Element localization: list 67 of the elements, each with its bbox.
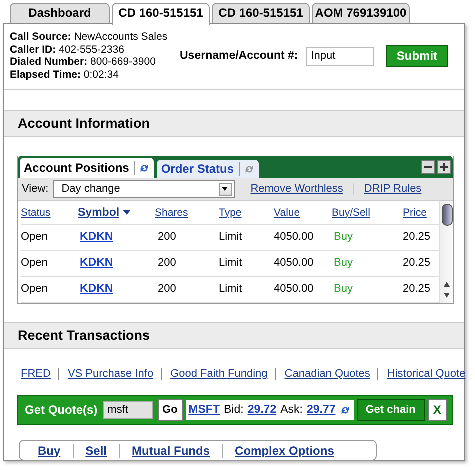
table-cell: Limit — [219, 251, 274, 277]
tab[interactable]: Dashboard — [10, 3, 110, 23]
refresh-icon[interactable] — [340, 404, 351, 416]
table-cell: 4050.00 — [274, 277, 332, 303]
go-button[interactable]: Go — [158, 399, 183, 421]
table-cell: 200 — [155, 251, 219, 277]
field-label: Username/Account #: — [180, 50, 298, 62]
view-dropdown[interactable]: Day change — [52, 180, 235, 198]
table-cell: Open — [21, 225, 78, 251]
table-cell: Open — [21, 277, 78, 303]
table-cell: Limit — [219, 225, 274, 251]
refresh-icon[interactable] — [139, 162, 150, 174]
table-cell: Buy — [332, 277, 403, 303]
link[interactable]: Remove Worthless — [250, 183, 344, 195]
bid-link[interactable]: 29.72 — [248, 404, 277, 416]
tab[interactable]: CD 160-515151 — [212, 3, 310, 23]
account-input-field[interactable]: Input — [306, 46, 374, 66]
table-cell: Limit — [219, 277, 274, 303]
section-header: Account Information — [4, 110, 464, 137]
quote-input-field[interactable]: msft — [102, 401, 153, 419]
section-header: Recent Transactions — [4, 322, 464, 349]
action-link[interactable]: Complex Options — [222, 444, 334, 458]
widget-tab[interactable]: Account Positions — [20, 158, 154, 178]
widget-tab[interactable]: Order Status — [157, 160, 260, 178]
link[interactable]: FRED — [21, 368, 51, 380]
submit-button[interactable]: Submit — [386, 45, 448, 67]
action-link[interactable]: Mutual Funds — [119, 444, 210, 458]
table-cell: 4050.00 — [274, 225, 332, 251]
table-cell: Open — [21, 251, 78, 277]
column-header[interactable]: Symbol — [78, 201, 155, 225]
caller-info-line: Caller ID: 402-555-2336 — [10, 44, 126, 56]
ask-label: Ask: — [280, 404, 303, 416]
column-header[interactable]: Buy/Sell — [332, 201, 403, 225]
caller-info-line: Call Source: NewAccounts Sales — [10, 31, 169, 44]
symbol-link[interactable]: KDKN — [78, 225, 155, 251]
get-chain-button[interactable]: Get chain — [356, 399, 425, 421]
column-header[interactable]: Shares — [155, 201, 219, 225]
symbol-link[interactable]: KDKN — [78, 251, 155, 277]
symbol-link[interactable]: KDKN — [78, 277, 155, 303]
column-header[interactable]: Value — [274, 201, 332, 225]
tab[interactable]: CD 160-515151 — [112, 3, 210, 25]
table-cell: Buy — [332, 251, 403, 277]
tab[interactable]: AOM 769139100 — [312, 3, 410, 23]
ask-link[interactable]: 29.77 — [306, 404, 336, 416]
action-link[interactable]: Buy — [38, 444, 61, 458]
bid-label: Bid: — [224, 404, 244, 416]
link[interactable]: Good Faith Funding — [160, 368, 268, 380]
scrollbar[interactable] — [439, 201, 453, 303]
plus-icon[interactable] — [437, 160, 451, 174]
action-link[interactable]: Sell — [72, 444, 108, 458]
column-header[interactable]: Status — [21, 201, 78, 225]
caller-info-line: Elapsed Time: 0:02:34 — [10, 68, 120, 81]
link[interactable]: VS Purchase Info — [58, 368, 154, 380]
quote-label: Get Quote(s) — [25, 403, 98, 417]
table-cell: 200 — [155, 225, 219, 251]
table-cell: Buy — [332, 225, 403, 251]
link[interactable]: Canadian Quotes — [274, 368, 370, 380]
column-header[interactable]: Type — [219, 201, 274, 225]
minimize-icon[interactable] — [421, 160, 435, 174]
caller-info-line: Dialed Number: 800-669-3900 — [10, 56, 157, 68]
close-button[interactable]: X — [428, 399, 447, 421]
view-label: View: — [22, 183, 49, 195]
table-cell: 4050.00 — [274, 251, 332, 277]
table-cell: 200 — [155, 277, 219, 303]
symbol-link[interactable]: MSFT — [188, 404, 220, 416]
link[interactable]: Historical Quote — [377, 368, 466, 380]
link[interactable]: DRIP Rules — [353, 183, 422, 195]
